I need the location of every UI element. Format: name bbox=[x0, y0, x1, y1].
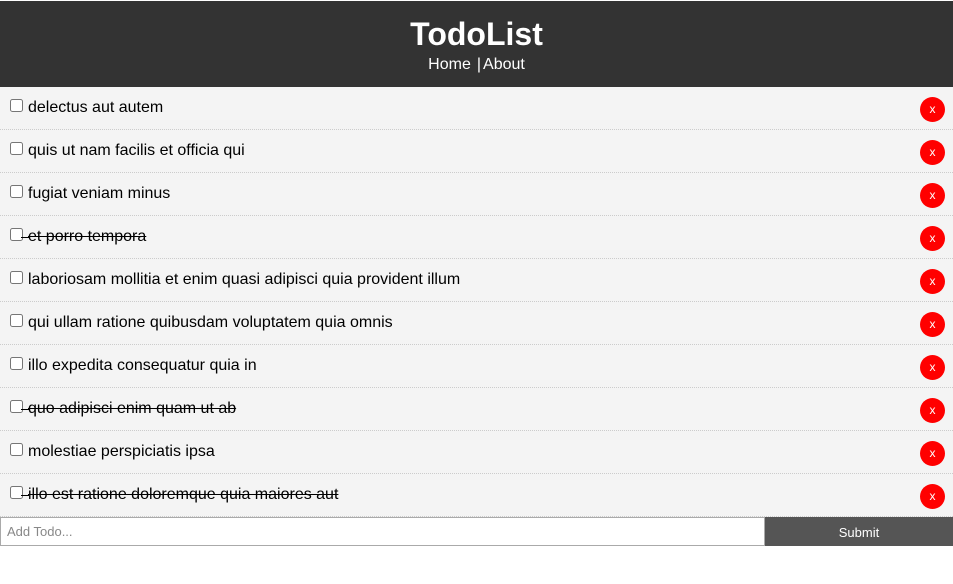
delete-button[interactable]: x bbox=[920, 140, 945, 165]
delete-button[interactable]: x bbox=[920, 269, 945, 294]
todo-item: quo adipisci enim quam ut ab x bbox=[0, 388, 953, 431]
todo-title: molestiae perspiciatis ipsa bbox=[28, 443, 215, 460]
todo-title: qui ullam ratione quibusdam voluptatem q… bbox=[28, 314, 393, 331]
nav-separator: | bbox=[476, 56, 482, 73]
todo-title: fugiat veniam minus bbox=[28, 185, 171, 202]
todo-title: delectus aut autem bbox=[28, 99, 164, 116]
todo-checkbox[interactable] bbox=[10, 400, 23, 413]
todo-title: illo expedita consequatur quia in bbox=[28, 357, 257, 374]
delete-button[interactable]: x bbox=[920, 355, 945, 380]
todo-item: illo expedita consequatur quia in x bbox=[0, 345, 953, 388]
submit-button[interactable]: Submit bbox=[765, 517, 953, 546]
todo-checkbox[interactable] bbox=[10, 228, 23, 241]
todo-title: quo adipisci enim quam ut ab bbox=[28, 400, 237, 417]
add-todo-input[interactable] bbox=[0, 517, 765, 546]
todo-item: qui ullam ratione quibusdam voluptatem q… bbox=[0, 302, 953, 345]
todo-item: delectus aut autem x bbox=[0, 87, 953, 130]
todo-item: illo est ratione doloremque quia maiores… bbox=[0, 474, 953, 517]
todo-title: laboriosam mollitia et enim quasi adipis… bbox=[28, 271, 461, 288]
todo-checkbox[interactable] bbox=[10, 486, 23, 499]
todo-checkbox[interactable] bbox=[10, 314, 23, 327]
todo-checkbox[interactable] bbox=[10, 185, 23, 198]
todo-item: fugiat veniam minus x bbox=[0, 173, 953, 216]
delete-button[interactable]: x bbox=[920, 97, 945, 122]
delete-button[interactable]: x bbox=[920, 183, 945, 208]
todo-title: et porro tempora bbox=[28, 228, 147, 245]
delete-button[interactable]: x bbox=[920, 484, 945, 509]
todo-checkbox[interactable] bbox=[10, 357, 23, 370]
todo-checkbox[interactable] bbox=[10, 443, 23, 456]
nav-home-link[interactable]: Home bbox=[428, 56, 471, 73]
todo-item: molestiae perspiciatis ipsa x bbox=[0, 431, 953, 474]
todo-title: illo est ratione doloremque quia maiores… bbox=[28, 486, 339, 503]
nav-bar: Home | About bbox=[0, 55, 953, 75]
todo-checkbox[interactable] bbox=[10, 99, 23, 112]
nav-about-link[interactable]: About bbox=[483, 56, 525, 73]
todo-checkbox[interactable] bbox=[10, 142, 23, 155]
todo-item: et porro tempora x bbox=[0, 216, 953, 259]
todo-item: quis ut nam facilis et officia qui x bbox=[0, 130, 953, 173]
todo-title: quis ut nam facilis et officia qui bbox=[28, 142, 245, 159]
delete-button[interactable]: x bbox=[920, 226, 945, 251]
delete-button[interactable]: x bbox=[920, 398, 945, 423]
todo-item: laboriosam mollitia et enim quasi adipis… bbox=[0, 259, 953, 302]
add-todo-form: Submit bbox=[0, 517, 953, 546]
delete-button[interactable]: x bbox=[920, 312, 945, 337]
app-title: TodoList bbox=[410, 16, 543, 52]
todo-checkbox[interactable] bbox=[10, 271, 23, 284]
app-header: TodoList Home | About bbox=[0, 1, 953, 87]
delete-button[interactable]: x bbox=[920, 441, 945, 466]
todo-list: delectus aut autem x quis ut nam facilis… bbox=[0, 87, 953, 517]
